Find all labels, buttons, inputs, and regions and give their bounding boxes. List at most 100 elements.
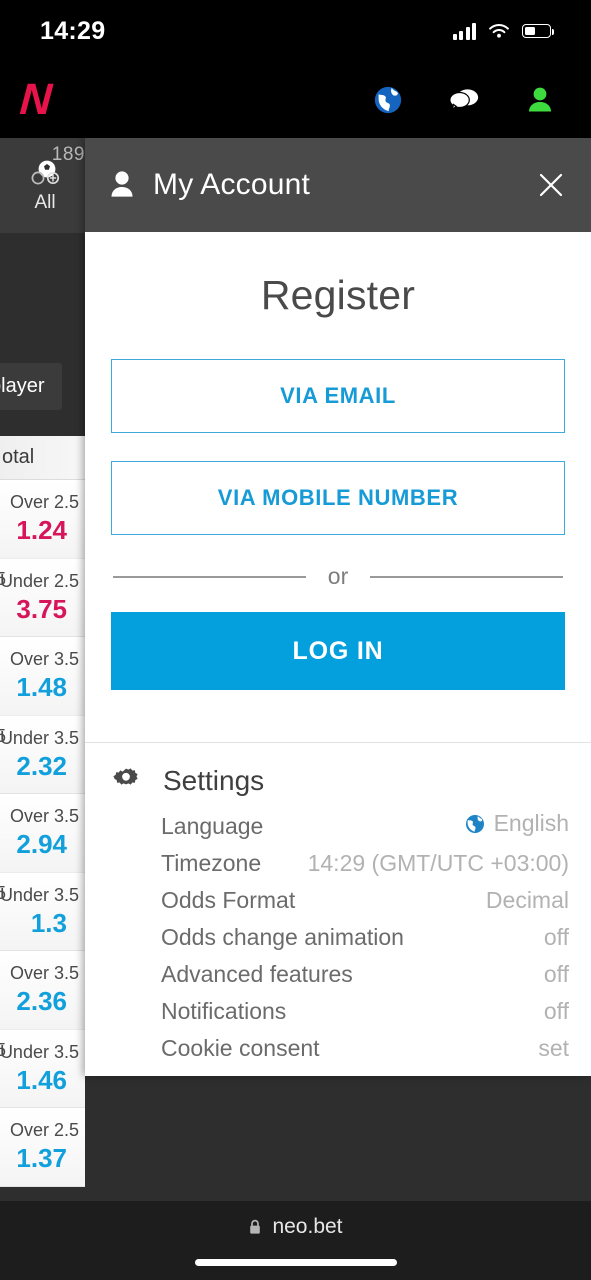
setting-row[interactable]: Notifications off xyxy=(111,993,569,1030)
register-heading: Register xyxy=(260,272,416,318)
setting-row[interactable]: Odds change animation off xyxy=(111,919,569,956)
setting-value: English xyxy=(493,810,569,836)
setting-label: Language xyxy=(161,812,264,839)
setting-label: Advanced features xyxy=(161,960,353,987)
setting-row[interactable]: Advanced features off xyxy=(111,956,569,993)
or-divider: or xyxy=(113,563,564,590)
globe-icon xyxy=(465,814,484,833)
settings-rows: Language English Timezone 14:29 (GMT/UTC +0… xyxy=(111,805,569,1067)
battery-icon xyxy=(522,24,555,38)
person-icon xyxy=(111,171,133,197)
register-via-mobile-button[interactable]: VIA MOBILE NUMBER xyxy=(111,461,565,535)
app-bar-icons xyxy=(373,85,573,115)
sport-count-badge: 189 xyxy=(51,144,85,165)
odds-cell[interactable]: Over 3.5 1.48 xyxy=(0,637,85,715)
setting-value: Decimal xyxy=(485,886,569,913)
odds-label: Under 3.5 xyxy=(0,884,79,905)
odds-value: 1.48 xyxy=(16,672,67,703)
settings-section: Settings Language English Timezone 14:29 (G… xyxy=(85,743,591,1076)
app-top-bar: N xyxy=(0,62,591,138)
odds-cell[interactable]: Over 2.5 1.24 xyxy=(0,480,85,558)
setting-row[interactable]: Language English xyxy=(111,805,569,845)
setting-label: Odds Format xyxy=(161,886,296,913)
odds-label: Over 2.5 xyxy=(9,1120,79,1141)
divider-line-right xyxy=(370,575,564,578)
odds-prefix: 5 xyxy=(0,883,7,903)
sidebar-item-all-sports[interactable]: 189 All xyxy=(0,138,85,233)
odds-prefix: 5 xyxy=(0,1040,7,1060)
phone-screen: 14:29 N 189 All layer otal Over 2.5 1.24… xyxy=(0,0,591,1280)
setting-label: Odds change animation xyxy=(161,923,404,950)
setting-label: Cookie consent xyxy=(161,1034,320,1061)
odds-cell[interactable]: Over 3.5 2.94 xyxy=(0,794,85,872)
setting-value-wrap: English xyxy=(465,810,569,837)
odds-group: Over 2.5 1.24 5 Under 2.5 3.75 xyxy=(0,480,85,637)
neobet-logo[interactable]: N xyxy=(18,75,51,124)
odds-value: 1.46 xyxy=(16,1064,67,1095)
odds-value: 1.37 xyxy=(16,1143,67,1174)
setting-value: set xyxy=(538,1034,569,1061)
divider-line-left xyxy=(113,575,306,578)
odds-label: Under 3.5 xyxy=(0,1041,79,1062)
odds-value: 2.32 xyxy=(16,750,67,781)
url-text: neo.bet xyxy=(272,1215,343,1238)
browser-bottom-bar: neo.bet xyxy=(0,1201,591,1280)
setting-value: off xyxy=(543,923,569,950)
url-row[interactable]: neo.bet xyxy=(248,1215,343,1239)
ios-status-bar: 14:29 xyxy=(0,0,591,62)
odds-value: 3.75 xyxy=(16,593,67,624)
account-icon[interactable] xyxy=(525,85,555,115)
odds-cell[interactable]: 5 Under 2.5 3.75 xyxy=(0,558,85,636)
odds-column-header: otal xyxy=(0,436,85,480)
modal-body: Register VIA EMAIL VIA MOBILE NUMBER or … xyxy=(85,232,591,1076)
odds-groups: Over 2.5 1.24 5 Under 2.5 3.75 Over 3.5 1.48 5 U… xyxy=(0,480,85,1187)
odds-cell[interactable]: Over 2.5 1.37 xyxy=(0,1108,85,1186)
setting-row[interactable]: Timezone 14:29 (GMT/UTC +03:00) xyxy=(111,845,569,882)
setting-label: Timezone xyxy=(161,849,262,876)
odds-label: Over 3.5 xyxy=(9,649,79,670)
settings-heading: Settings xyxy=(163,765,265,796)
odds-cell[interactable]: 5 Under 3.5 1.46 xyxy=(0,1029,85,1107)
register-spacer xyxy=(111,690,565,742)
odds-label: Under 3.5 xyxy=(0,727,79,748)
setting-value-wrap: set xyxy=(538,1035,569,1062)
setting-value-wrap: Decimal xyxy=(486,887,569,914)
sports-rail: 189 All player otal Over 2.51.245Under 2… xyxy=(0,138,85,1201)
lock-icon xyxy=(250,1219,261,1234)
setting-label: Notifications xyxy=(161,997,287,1024)
home-indicator xyxy=(194,1259,397,1266)
market-chip-player[interactable]: player xyxy=(0,363,63,410)
odds-prefix: 5 xyxy=(0,726,7,746)
odds-label: Over 3.5 xyxy=(9,806,79,827)
odds-cell[interactable]: 5 Under 3.5 2.32 xyxy=(0,715,85,793)
odds-cell[interactable]: Over 3.5 2.36 xyxy=(0,951,85,1029)
login-button[interactable]: LOG IN xyxy=(111,612,565,690)
setting-row[interactable]: Cookie consent set xyxy=(111,1030,569,1067)
close-icon[interactable] xyxy=(533,167,569,203)
odds-label: Over 3.5 xyxy=(9,963,79,984)
setting-value: off xyxy=(543,997,569,1024)
odds-cell[interactable]: 5 Under 3.5 1.3 xyxy=(0,872,85,950)
modal-title: My Account xyxy=(153,168,311,201)
setting-row[interactable]: Odds Format Decimal xyxy=(111,882,569,919)
odds-label: Under 2.5 xyxy=(0,570,79,591)
odds-value: 2.94 xyxy=(16,829,67,860)
status-time: 14:29 xyxy=(40,16,106,45)
odds-value: 2.36 xyxy=(16,986,67,1017)
gear-icon xyxy=(113,768,138,785)
my-account-modal: My Account Register VIA EMAIL VIA MOBILE… xyxy=(85,138,591,1076)
odds-group: Over 3.5 1.48 5 Under 3.5 2.32 xyxy=(0,637,85,794)
status-indicators xyxy=(452,22,555,40)
settings-header: Settings xyxy=(111,765,569,797)
sidebar-item-label: All xyxy=(34,191,56,213)
odds-prefix: 5 xyxy=(0,569,7,589)
register-via-email-button[interactable]: VIA EMAIL xyxy=(111,359,565,433)
chat-icon[interactable] xyxy=(449,85,479,115)
odds-column: otal Over 2.5 1.24 5 Under 2.5 3.75 Over 3.5 1… xyxy=(0,436,85,1187)
setting-value: off xyxy=(543,960,569,987)
odds-value: 1.24 xyxy=(16,515,67,546)
or-label: or xyxy=(327,563,349,589)
odds-group: Over 2.5 1.37 xyxy=(0,1108,85,1187)
odds-group: Over 3.5 2.36 5 Under 3.5 1.46 xyxy=(0,951,85,1108)
globe-icon[interactable] xyxy=(373,85,403,115)
